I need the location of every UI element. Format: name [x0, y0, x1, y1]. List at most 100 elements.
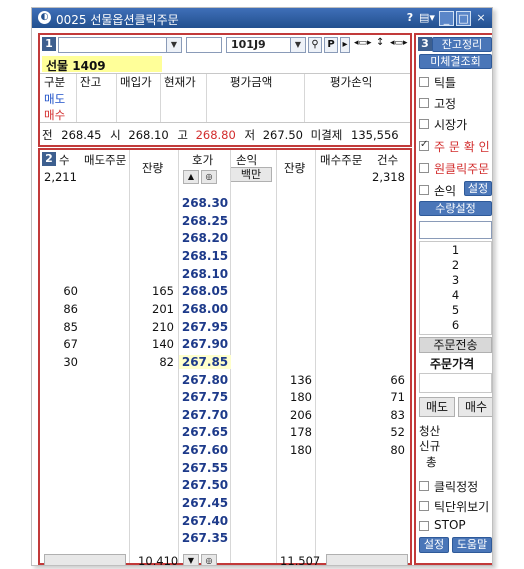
- qty-input[interactable]: [419, 221, 492, 239]
- buy-order-cell[interactable]: [318, 266, 364, 283]
- price-cell[interactable]: 267.75: [179, 390, 231, 404]
- price-cell[interactable]: 267.45: [179, 496, 231, 510]
- pl-setting-button[interactable]: 설정: [464, 181, 492, 196]
- minimize-button[interactable]: _: [439, 11, 454, 26]
- pl-unit-button[interactable]: 백만: [230, 167, 272, 182]
- price-cell[interactable]: 267.40: [179, 514, 231, 528]
- buy-order-cell[interactable]: [318, 248, 364, 265]
- sell-order-cell[interactable]: [80, 372, 128, 389]
- sell-order-cell[interactable]: [80, 424, 128, 441]
- pl-checkbox[interactable]: [419, 185, 429, 195]
- send-order-button[interactable]: 주문전송: [419, 337, 492, 353]
- click-modify-checkbox[interactable]: [419, 481, 429, 491]
- buy-order-cell[interactable]: [318, 230, 364, 247]
- sell-order-cell[interactable]: [80, 301, 128, 318]
- sell-order-cell[interactable]: [80, 283, 128, 300]
- side-arrows-icon[interactable]: ◂▭▸: [390, 38, 408, 48]
- price-cell[interactable]: 267.55: [179, 461, 231, 475]
- account-select[interactable]: ▼: [58, 37, 182, 53]
- one-click-checkbox[interactable]: [419, 163, 429, 173]
- sell-order-cell[interactable]: [80, 230, 128, 247]
- buy-order-cell[interactable]: [318, 460, 364, 477]
- sell-cancel-button[interactable]: [44, 554, 126, 565]
- buy-order-cell[interactable]: [318, 442, 364, 459]
- price-cell[interactable]: 267.50: [179, 478, 231, 492]
- p-button[interactable]: P: [324, 37, 338, 53]
- sell-order-cell[interactable]: [80, 477, 128, 494]
- scroll-down-icon[interactable]: ▼: [183, 554, 199, 565]
- tick-unit-checkbox[interactable]: [419, 501, 429, 511]
- search-icon[interactable]: ⚲: [308, 37, 322, 53]
- order-price-field[interactable]: [419, 373, 492, 393]
- sell-order-cell[interactable]: [80, 460, 128, 477]
- buy-order-cell[interactable]: [318, 195, 364, 212]
- buy-order-cell[interactable]: [318, 407, 364, 424]
- buy-order-cell[interactable]: [318, 372, 364, 389]
- sell-order-cell[interactable]: [80, 530, 128, 547]
- buy-order-cell[interactable]: [318, 213, 364, 230]
- center-icon[interactable]: ◎: [201, 170, 217, 184]
- buy-order-cell[interactable]: [318, 513, 364, 530]
- price-cell[interactable]: 268.00: [179, 302, 231, 316]
- price-cell[interactable]: 268.05: [179, 284, 231, 298]
- buy-order-cell[interactable]: [318, 301, 364, 318]
- price-cell[interactable]: 267.60: [179, 443, 231, 457]
- price-cell[interactable]: 268.10: [179, 267, 231, 281]
- chevron-down-icon[interactable]: ▼: [166, 38, 181, 52]
- market-price-checkbox[interactable]: [419, 119, 429, 129]
- sell-order-cell[interactable]: [80, 248, 128, 265]
- center-icon[interactable]: ◎: [201, 554, 217, 565]
- price-cell[interactable]: 267.85: [179, 354, 231, 369]
- futures-code-select[interactable]: 101J9 ▼: [226, 37, 306, 53]
- qty-option[interactable]: 6: [419, 318, 492, 332]
- buy-order-cell[interactable]: [318, 354, 364, 371]
- sell-order-cell[interactable]: [80, 495, 128, 512]
- close-button[interactable]: ×: [473, 11, 489, 24]
- help-button[interactable]: 도움말: [452, 537, 492, 553]
- qty-option[interactable]: 1: [419, 243, 492, 257]
- vertical-arrows-icon[interactable]: ↕: [376, 37, 384, 48]
- sell-order-cell[interactable]: [80, 442, 128, 459]
- sell-order-cell[interactable]: [80, 336, 128, 353]
- qty-option[interactable]: 3: [419, 273, 492, 287]
- sell-order-cell[interactable]: [80, 389, 128, 406]
- setup-button[interactable]: 설정: [419, 537, 449, 553]
- buy-order-cell[interactable]: [318, 336, 364, 353]
- more-icon[interactable]: ▸: [340, 37, 350, 53]
- sell-order-cell[interactable]: [80, 266, 128, 283]
- buy-order-cell[interactable]: [318, 424, 364, 441]
- buy-order-cell[interactable]: [318, 389, 364, 406]
- order-confirm-checkbox[interactable]: ✓: [419, 139, 429, 151]
- settle-balance-button[interactable]: 잔고정리: [432, 37, 492, 52]
- price-cell[interactable]: 267.90: [179, 337, 231, 351]
- price-cell[interactable]: 268.20: [179, 231, 231, 245]
- buy-order-cell[interactable]: [318, 283, 364, 300]
- buy-order-cell[interactable]: [318, 319, 364, 336]
- price-cell[interactable]: 268.30: [179, 196, 231, 210]
- buy-order-cell[interactable]: [318, 495, 364, 512]
- help-icon[interactable]: ?: [405, 11, 415, 24]
- sell-order-cell[interactable]: [80, 195, 128, 212]
- qty-option[interactable]: 2: [419, 258, 492, 272]
- price-cell[interactable]: 268.25: [179, 214, 231, 228]
- sell-order-cell[interactable]: [80, 319, 128, 336]
- qty-option[interactable]: 4: [419, 288, 492, 302]
- sell-order-cell[interactable]: [80, 513, 128, 530]
- side-arrows-icon[interactable]: ◂▭▸: [354, 38, 372, 48]
- buy-order-cell[interactable]: [318, 530, 364, 547]
- stop-checkbox[interactable]: [419, 521, 429, 531]
- chevron-down-icon[interactable]: ▼: [290, 38, 305, 52]
- qty-setting-button[interactable]: 수량설정: [419, 201, 492, 216]
- tick-checkbox[interactable]: [419, 77, 429, 87]
- restore-button[interactable]: □: [456, 11, 471, 26]
- scroll-up-icon[interactable]: ▲: [183, 170, 199, 184]
- sell-order-cell[interactable]: [80, 354, 128, 371]
- sell-order-cell[interactable]: [80, 213, 128, 230]
- sell-order-cell[interactable]: [80, 407, 128, 424]
- price-cell[interactable]: 267.35: [179, 531, 231, 545]
- buy-button[interactable]: 매수: [458, 397, 492, 417]
- password-field[interactable]: [186, 37, 222, 53]
- sell-button[interactable]: 매도: [419, 397, 455, 417]
- price-cell[interactable]: 267.65: [179, 425, 231, 439]
- qty-option[interactable]: 5: [419, 303, 492, 317]
